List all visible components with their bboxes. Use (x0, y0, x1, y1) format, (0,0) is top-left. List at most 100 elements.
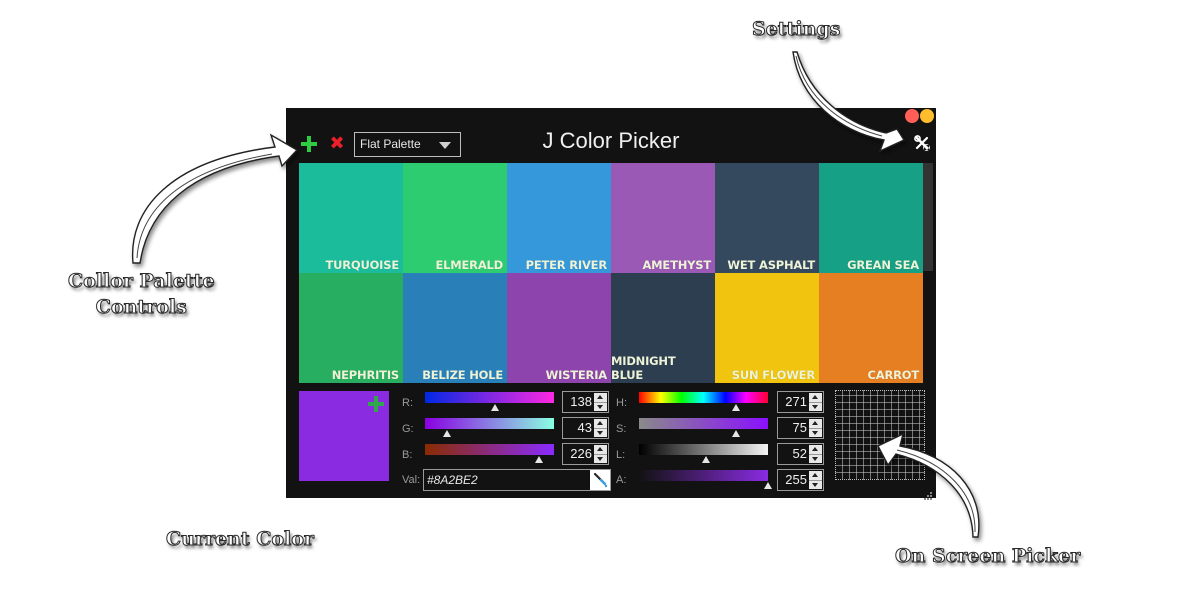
b-slider-thumb[interactable] (535, 456, 544, 463)
swatch-label: MIDNIGHT BLUE (611, 354, 676, 382)
swatch-amethyst[interactable]: AMETHYST (611, 163, 715, 273)
h-label: H: (616, 397, 627, 409)
swatch-label: TURQUOISE (325, 258, 399, 272)
l-down-arrow-icon[interactable] (809, 453, 822, 464)
eyedropper-icon[interactable] (590, 470, 610, 490)
r-value: 138 (570, 394, 592, 409)
swatch-wisteria[interactable]: WISTERIA (507, 273, 611, 383)
resize-grip-icon[interactable] (924, 486, 933, 500)
palette-controls-annotation: Collor Palette Controls (68, 268, 216, 320)
swatch-label: CARROT (867, 368, 920, 382)
swatch-peter-river[interactable]: PETER RIVER (507, 163, 611, 273)
l-value-field[interactable]: 52 (777, 443, 824, 465)
swatch-label: ELMERALD (435, 258, 503, 272)
swatch-label: AMETHYST (642, 258, 711, 272)
a-slider-thumb[interactable] (764, 482, 772, 489)
settings-annotation: Settings (751, 18, 841, 41)
l-spinner (809, 445, 822, 463)
a-value: 255 (785, 472, 807, 487)
swatch-grid: TURQUOISE ELMERALD PETER RIVER AMETHYST WET … (299, 163, 923, 383)
g-spinner (594, 419, 607, 437)
hex-value-input[interactable]: #8A2BE2 (423, 469, 611, 491)
swatch-carrot[interactable]: CARROT (819, 273, 923, 383)
b-spinner (594, 445, 607, 463)
s-spinner (809, 419, 822, 437)
r-value-field[interactable]: 138 (562, 391, 609, 413)
palette-select-value: Flat Palette (360, 137, 421, 151)
delete-palette-x-icon[interactable]: ✖ (328, 135, 346, 153)
swatch-nephritis[interactable]: NEPHRITIS (299, 273, 403, 383)
a-value-field[interactable]: 255 (777, 469, 824, 491)
b-up-arrow-icon[interactable] (594, 445, 607, 454)
a-slider[interactable] (639, 470, 768, 481)
b-slider[interactable] (425, 444, 554, 455)
swatch-wet-asphalt[interactable]: WET ASPHALT (715, 163, 819, 273)
swatch-label: NEPHRITIS (331, 368, 399, 382)
minimize-dot-icon[interactable] (920, 109, 934, 123)
s-label: S: (616, 423, 627, 435)
a-down-arrow-icon[interactable] (809, 479, 822, 490)
swatch-turquoise[interactable]: TURQUOISE (299, 163, 403, 273)
h-slider-thumb[interactable] (732, 404, 741, 411)
swatch-grean-sea[interactable]: GREAN SEA (819, 163, 923, 273)
r-label: R: (402, 397, 413, 409)
swatch-label: GREAN SEA (847, 258, 919, 272)
window-controls (905, 109, 934, 123)
swatch-label: WISTERIA (545, 368, 608, 382)
g-down-arrow-icon[interactable] (594, 427, 607, 438)
palette-select[interactable]: Flat Palette (354, 131, 461, 157)
g-value-field[interactable]: 43 (562, 417, 609, 439)
r-slider-thumb[interactable] (490, 404, 499, 411)
current-color-preview[interactable] (299, 391, 389, 481)
on-screen-picker-annotation: On Screen Picker (894, 545, 1081, 568)
color-picker-window: J Color Picker ✖ Flat Palette TURQUOISE E… (286, 108, 936, 500)
g-up-arrow-icon[interactable] (594, 419, 607, 428)
h-up-arrow-icon[interactable] (809, 393, 822, 402)
swatch-elmerald[interactable]: ELMERALD (403, 163, 507, 273)
g-value: 43 (577, 420, 592, 435)
palette-controls-arrow (131, 133, 299, 264)
h-value-field[interactable]: 271 (777, 391, 824, 413)
close-dot-icon[interactable] (905, 109, 919, 123)
l-slider[interactable] (639, 444, 768, 455)
h-slider[interactable] (639, 392, 768, 403)
add-palette-plus-icon[interactable] (300, 135, 318, 153)
s-value-field[interactable]: 75 (777, 417, 824, 439)
swatch-scrollbar[interactable] (923, 163, 933, 271)
palette-controls-annotation-line1: Collor Palette (68, 270, 216, 293)
b-down-arrow-icon[interactable] (594, 453, 607, 464)
l-slider-thumb[interactable] (702, 456, 711, 463)
s-slider[interactable] (639, 418, 768, 429)
g-slider[interactable] (425, 418, 554, 429)
b-value: 226 (570, 446, 592, 461)
a-spinner (809, 471, 822, 489)
swatch-label: WET ASPHALT (727, 258, 815, 272)
l-up-arrow-icon[interactable] (809, 445, 822, 454)
a-label: A: (616, 474, 627, 486)
b-label: B: (402, 449, 413, 461)
settings-wrench-icon[interactable] (914, 135, 930, 151)
swatch-label: SUN FLOWER (731, 368, 815, 382)
hex-value: #8A2BE2 (427, 473, 478, 487)
h-spinner (809, 393, 822, 411)
h-down-arrow-icon[interactable] (809, 401, 822, 412)
swatch-midnight-blue[interactable]: MIDNIGHT BLUE (611, 273, 715, 383)
s-slider-thumb[interactable] (731, 430, 740, 437)
swatch-label: BELIZE HOLE (422, 368, 503, 382)
r-up-arrow-icon[interactable] (594, 393, 607, 402)
r-spinner (594, 393, 607, 411)
b-value-field[interactable]: 226 (562, 443, 609, 465)
s-value: 75 (792, 420, 807, 435)
r-slider[interactable] (425, 392, 554, 403)
add-to-palette-plus-icon[interactable] (368, 396, 384, 412)
l-label: L: (616, 449, 626, 461)
g-slider-thumb[interactable] (442, 430, 451, 437)
s-up-arrow-icon[interactable] (809, 419, 822, 428)
r-down-arrow-icon[interactable] (594, 401, 607, 412)
s-down-arrow-icon[interactable] (809, 427, 822, 438)
swatch-belize-hole[interactable]: BELIZE HOLE (403, 273, 507, 383)
on-screen-picker-magnifier[interactable] (835, 390, 925, 480)
l-value: 52 (792, 446, 807, 461)
swatch-sun-flower[interactable]: SUN FLOWER (715, 273, 819, 383)
a-up-arrow-icon[interactable] (809, 471, 822, 480)
